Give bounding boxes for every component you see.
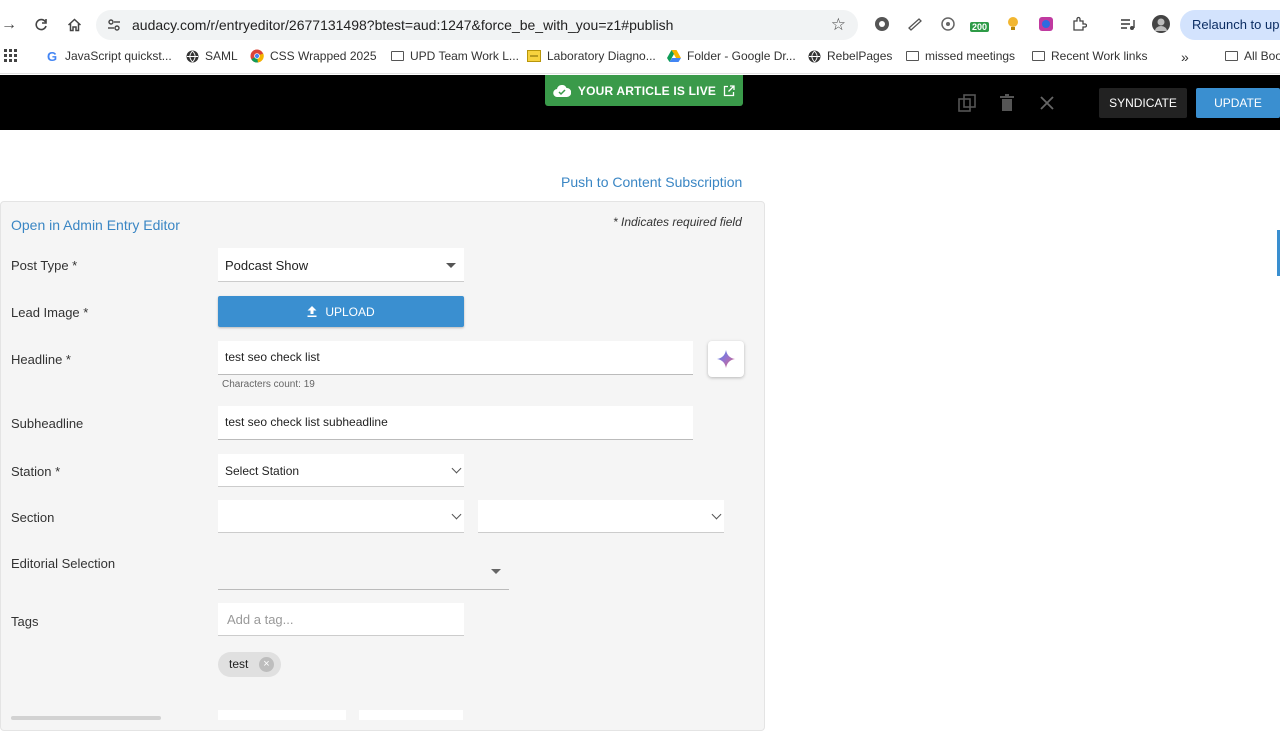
reload-icon[interactable] — [28, 12, 54, 38]
extension-counter-icon[interactable]: 200 — [970, 14, 992, 34]
section-select[interactable] — [218, 500, 464, 533]
extension-badge-icon[interactable] — [938, 14, 958, 34]
extension-badge-count: 200 — [970, 22, 990, 32]
site-info-icon[interactable] — [106, 17, 122, 33]
subheadline-label: Subheadline — [11, 416, 84, 431]
station-label: Station * — [11, 464, 61, 479]
extensions-puzzle-icon[interactable] — [1069, 14, 1089, 34]
subheadline-input[interactable]: test seo check list subheadline — [218, 406, 693, 440]
globe-icon — [185, 49, 199, 63]
editorial-selection-select[interactable] — [218, 556, 509, 590]
bookmark-item[interactable]: Recent Work links — [1031, 49, 1147, 63]
station-select[interactable]: Select Station — [218, 454, 464, 487]
dropdown-caret-icon — [491, 569, 501, 574]
push-to-content-subscription-link[interactable]: Push to Content Subscription — [561, 174, 742, 190]
bookmark-item[interactable]: Folder - Google Dr... — [667, 49, 796, 63]
duplicate-icon[interactable] — [957, 93, 977, 113]
chevron-down-icon — [451, 463, 462, 474]
tag-input[interactable]: Add a tag... — [218, 603, 464, 636]
bookmark-item[interactable]: Laboratory Diagno... — [527, 49, 656, 63]
relaunch-button[interactable]: Relaunch to upd — [1180, 10, 1280, 40]
bookmark-item[interactable]: G JavaScript quickst... — [45, 48, 172, 64]
chrome-icon — [250, 49, 264, 63]
media-control-icon[interactable] — [1118, 14, 1138, 34]
bookmark-item[interactable]: RebelPages — [807, 49, 892, 63]
editorial-selection-label: Editorial Selection — [11, 556, 116, 571]
post-type-label: Post Type * — [11, 258, 78, 273]
subheadline-value: test seo check list subheadline — [225, 415, 388, 429]
ai-assist-button[interactable] — [708, 341, 744, 377]
bookmark-label: Recent Work links — [1051, 49, 1148, 63]
bookmark-label: Laboratory Diagno... — [547, 49, 656, 63]
more-bookmarks-icon[interactable]: » — [1181, 49, 1189, 65]
required-field-note: * Indicates required field — [613, 215, 742, 229]
extension-circle-icon[interactable] — [872, 14, 892, 34]
remove-tag-icon[interactable]: × — [259, 657, 274, 672]
extension-pen-icon[interactable] — [905, 14, 925, 34]
bookmark-label: RebelPages — [827, 49, 893, 63]
syndicate-button[interactable]: SYNDICATE — [1099, 88, 1187, 118]
external-link-icon — [723, 84, 735, 96]
bookmarks-bar: G JavaScript quickst... SAML CSS Wrapped … — [0, 46, 1280, 68]
bookmark-label: SAML — [205, 49, 238, 63]
browser-toolbar: → audacy.com/r/entryeditor/2677131498?bt… — [0, 0, 1280, 74]
tag-chip: test × — [218, 652, 281, 677]
tags-label: Tags — [11, 614, 39, 629]
upload-icon — [307, 306, 317, 317]
bookmark-label: missed meetings — [925, 49, 1016, 63]
headline-label: Headline * — [11, 352, 71, 367]
folder-icon — [905, 49, 919, 63]
extension-lightbulb-icon[interactable] — [1003, 14, 1023, 34]
bookmark-item[interactable]: missed meetings — [905, 49, 1015, 63]
folder-icon — [390, 49, 404, 63]
chevron-down-icon — [451, 509, 462, 520]
drive-icon — [667, 49, 681, 63]
forward-icon[interactable]: → — [0, 12, 22, 38]
post-type-select[interactable]: Podcast Show — [218, 248, 464, 282]
bookmark-label: UPD Team Work L... — [410, 49, 519, 63]
headline-character-count: Characters count: 19 — [222, 379, 315, 390]
upload-button[interactable]: UPLOAD — [218, 296, 464, 327]
live-badge-label: YOUR ARTICLE IS LIVE — [577, 83, 717, 98]
google-icon: G — [46, 48, 58, 64]
chevron-down-icon — [711, 509, 722, 520]
folder-icon — [1224, 49, 1238, 63]
headline-value: test seo check list — [225, 350, 320, 364]
home-icon[interactable] — [61, 12, 87, 38]
subsection-select[interactable] — [478, 500, 724, 533]
bookmark-label: Folder - Google Dr... — [687, 49, 796, 63]
update-button[interactable]: UPDATE — [1196, 88, 1280, 118]
tag-input-placeholder: Add a tag... — [227, 612, 294, 627]
close-icon[interactable] — [1037, 93, 1057, 113]
bookmark-label: All Boo — [1244, 49, 1280, 63]
doc-icon — [527, 49, 541, 63]
station-value: Select Station — [225, 464, 300, 478]
section-label: Section — [11, 510, 55, 525]
bookmark-label: CSS Wrapped 2025 — [270, 49, 377, 63]
extension-color-icon[interactable] — [1036, 14, 1056, 34]
delete-icon[interactable] — [997, 93, 1017, 113]
bookmark-label: JavaScript quickst... — [65, 49, 172, 63]
globe-icon — [807, 49, 821, 63]
lead-image-label: Lead Image * — [11, 305, 89, 320]
url-text[interactable]: audacy.com/r/entryeditor/2677131498?btes… — [132, 17, 673, 33]
post-type-value: Podcast Show — [225, 258, 309, 273]
dropdown-caret-icon — [446, 263, 456, 268]
cloud-check-icon — [553, 84, 571, 97]
apps-grid-icon[interactable] — [4, 49, 18, 63]
bookmark-item[interactable]: SAML — [185, 49, 238, 63]
sparkle-icon — [717, 350, 735, 368]
tag-chip-label: test — [229, 657, 249, 671]
headline-input[interactable]: test seo check list — [218, 341, 693, 375]
article-live-badge[interactable]: YOUR ARTICLE IS LIVE — [545, 75, 743, 106]
folder-icon — [1031, 49, 1045, 63]
address-bar[interactable]: audacy.com/r/entryeditor/2677131498?btes… — [96, 10, 858, 40]
all-bookmarks[interactable]: All Boo — [1224, 49, 1280, 63]
bookmark-item[interactable]: UPD Team Work L... — [390, 49, 519, 63]
upload-button-label: UPLOAD — [325, 304, 375, 319]
open-admin-editor-link[interactable]: Open in Admin Entry Editor — [11, 217, 180, 233]
profile-avatar[interactable] — [1151, 14, 1171, 34]
bookmark-star-icon[interactable]: ☆ — [831, 15, 846, 35]
bookmark-item[interactable]: CSS Wrapped 2025 — [250, 49, 377, 63]
